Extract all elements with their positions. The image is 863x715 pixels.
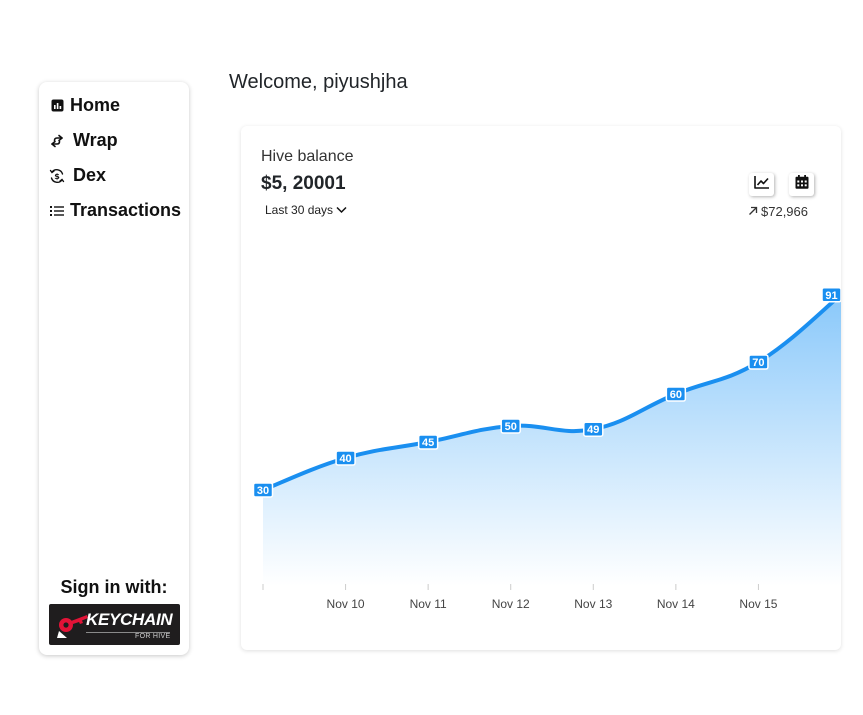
data-label: 70 [748, 354, 769, 370]
data-label: 60 [665, 386, 687, 402]
x-tick-label: Nov 14 [657, 597, 695, 611]
keychain-logo-icon [55, 612, 89, 643]
area-fill [263, 294, 841, 586]
x-tick-label: Nov 11 [410, 597, 447, 611]
sidebar-item-label: Home [70, 95, 121, 115]
sidebar-item-transactions[interactable]: Transactions [49, 200, 181, 221]
data-label: 30 [252, 482, 274, 498]
balance-card: Hive balance $5, 20001 Last 30 days $72,… [241, 126, 841, 650]
data-label-text: 50 [505, 421, 517, 433]
sidebar-item-label: Wrap [73, 130, 118, 150]
sidebar-item-label: Transactions [70, 200, 182, 220]
x-tick-label: Nov 13 [574, 597, 612, 611]
x-tick-label: Nov 10 [327, 597, 365, 611]
sidebar-item-wrap[interactable]: Wrap [49, 130, 118, 151]
data-label: 50 [500, 418, 521, 434]
sidebar-item-label: Dex [73, 165, 107, 185]
x-tick-label: Nov 12 [492, 597, 530, 611]
data-label-text: 40 [339, 453, 351, 465]
keychain-login-button[interactable]: KEYCHAIN FOR HIVE [49, 604, 180, 645]
sidebar: Home Wrap $ Dex Transactions Sign in wit… [39, 82, 189, 655]
x-tick-label: Nov 15 [739, 597, 777, 611]
bar-chart-icon [49, 98, 65, 114]
sidebar-item-dex[interactable]: $ Dex [49, 165, 106, 186]
data-label-text: 45 [422, 437, 434, 449]
data-label-text: 70 [752, 357, 764, 369]
data-label: 40 [335, 450, 356, 466]
list-icon [49, 203, 65, 219]
data-label-text: 30 [257, 485, 269, 497]
currency-exchange-icon: $ [49, 168, 65, 184]
data-label-text: 91 [825, 290, 837, 302]
keychain-brand: KEYCHAIN [86, 610, 173, 629]
sign-in-label: Sign in with: [60, 577, 168, 597]
keychain-subtitle: FOR HIVE [135, 633, 171, 640]
data-label: 45 [417, 434, 439, 450]
data-label: 91 [821, 287, 841, 303]
sidebar-item-home[interactable]: Home [49, 95, 120, 116]
data-label-text: 49 [587, 424, 599, 436]
data-label: 49 [583, 421, 604, 437]
svg-text:$: $ [54, 172, 60, 181]
swap-arrows-icon [49, 133, 65, 149]
balance-chart: Nov 10 Nov 11 Nov 12 Nov 13 Nov 14 Nov 15 30 40… [252, 287, 841, 611]
page-title: Welcome, piyushjha [229, 71, 408, 93]
data-label-text: 60 [670, 389, 682, 401]
